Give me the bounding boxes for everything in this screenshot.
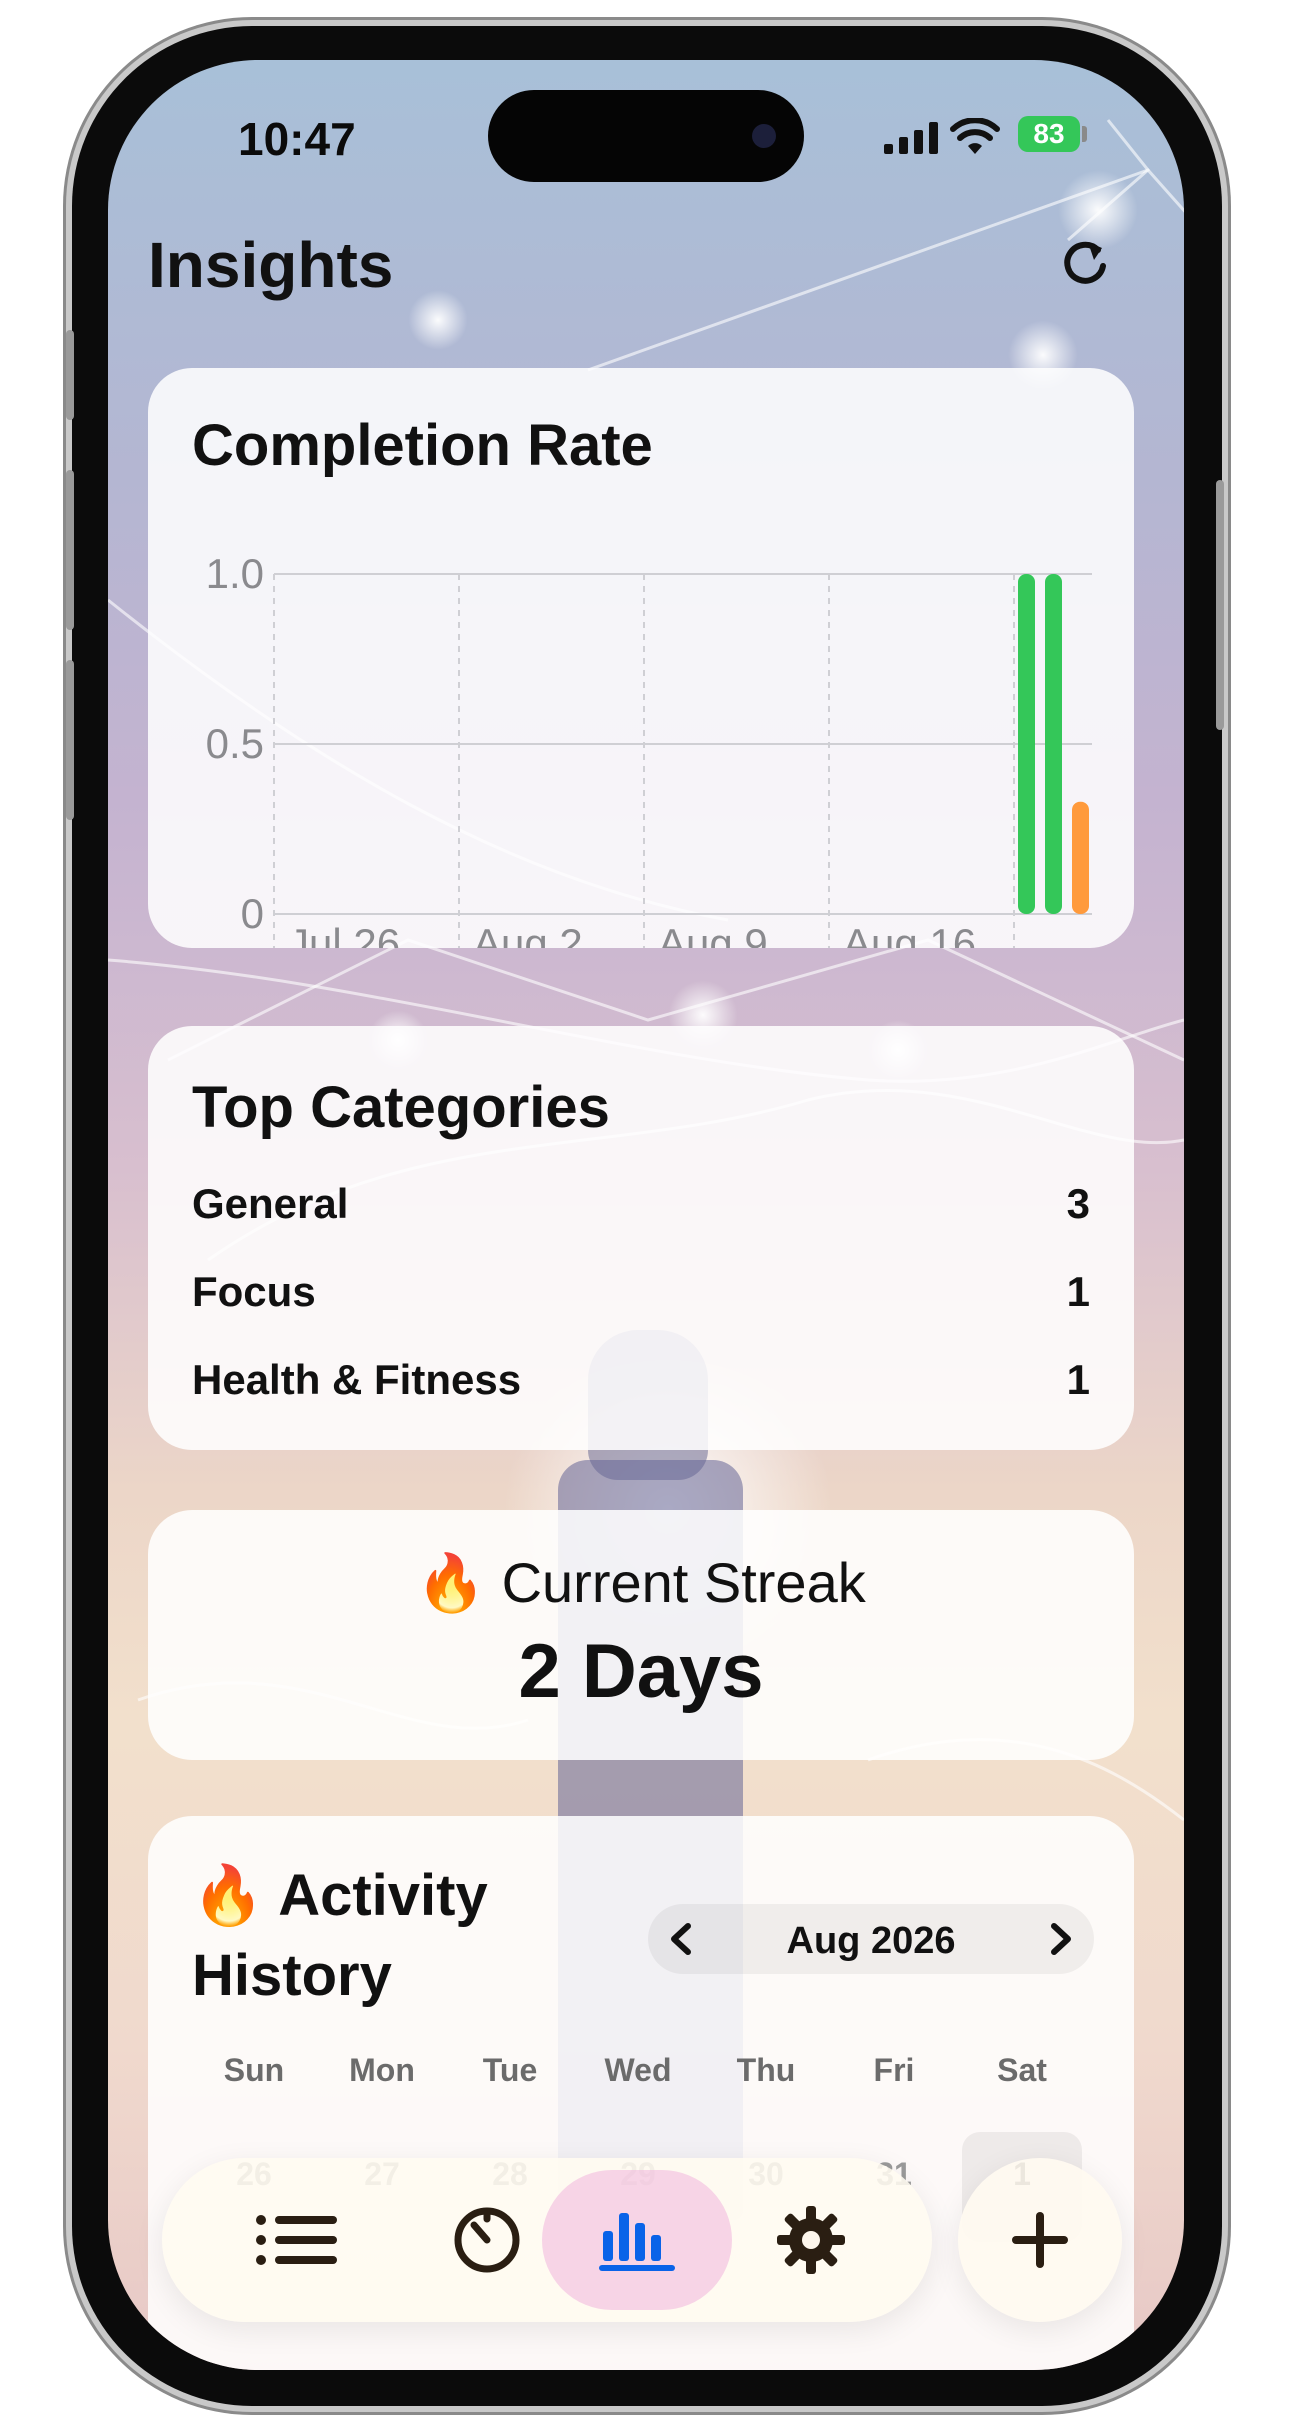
battery-indicator: 83	[1018, 116, 1080, 152]
dynamic-island	[488, 90, 804, 182]
top-categories-card: Top Categories General 3 Focus 1 Health …	[148, 1026, 1134, 1450]
tab-settings[interactable]	[716, 2170, 906, 2310]
page-title: Insights	[148, 229, 394, 301]
refresh-icon[interactable]	[1058, 236, 1112, 290]
x-tick-label: ...	[1028, 920, 1063, 948]
tab-insights[interactable]	[542, 2170, 732, 2310]
wifi-icon	[950, 118, 1000, 154]
camera-icon	[752, 124, 776, 148]
status-bar: 10:47 83	[108, 60, 1184, 190]
y-tick-label: 0.5	[206, 720, 264, 767]
category-row[interactable]: Health & Fitness 1	[192, 1356, 1090, 1416]
category-name: Focus	[192, 1268, 316, 1315]
side-button	[66, 660, 74, 820]
screen: 10:47 83 Insights Completion Rate 1.0 0.5…	[108, 60, 1184, 2370]
card-title: Top Categories	[192, 1075, 610, 1140]
month-label: Aug 2026	[786, 1920, 956, 1962]
tab-bar	[162, 2158, 932, 2322]
y-tick-label: 1.0	[206, 550, 264, 597]
x-tick-label: Aug 9	[658, 920, 768, 948]
list-icon	[256, 2215, 337, 2265]
category-count: 1	[1066, 1356, 1090, 1403]
chart-icon	[599, 2213, 675, 2271]
side-button	[1216, 480, 1224, 730]
completion-rate-card: Completion Rate 1.0 0.5 0 Jul 26 Aug 2 Aug 9A…	[148, 368, 1134, 948]
status-time: 10:47	[238, 113, 356, 165]
category-row[interactable]: General 3	[192, 1180, 1090, 1240]
gear-icon	[777, 2206, 845, 2274]
battery-tip	[1082, 126, 1087, 142]
fire-icon: 🔥	[416, 1551, 487, 1614]
x-tick-label: Jul 26	[288, 920, 400, 948]
streak-card: 🔥 Current Streak 2 Days	[148, 1510, 1134, 1760]
streak-label: 🔥 Current Streak	[148, 1550, 1134, 1616]
weekday-label: Sun	[223, 2052, 285, 2088]
weekday-label: Mon	[349, 2052, 415, 2088]
y-tick-label: 0	[241, 890, 264, 937]
x-tick-label: Aug 2	[473, 920, 583, 948]
weekday-label: Thu	[736, 2052, 796, 2088]
plus-icon	[1012, 2212, 1068, 2268]
chart-bar	[1018, 574, 1035, 914]
streak-value: 2 Days	[518, 1629, 764, 1714]
x-tick-label: Aug 16	[843, 920, 976, 948]
category-row[interactable]: Focus 1	[192, 1268, 1090, 1328]
tab-list[interactable]	[202, 2170, 392, 2310]
streak-label-text: Current Streak	[501, 1551, 866, 1614]
weekday-label: Fri	[873, 2052, 915, 2088]
month-selector: Aug 2026	[648, 1904, 1094, 1974]
activity-title: 🔥 Activity History	[192, 1856, 572, 2016]
timer-icon	[454, 2207, 520, 2273]
category-count: 3	[1066, 1180, 1090, 1227]
category-name: General	[192, 1180, 349, 1227]
chart-bar	[1072, 801, 1089, 914]
add-button[interactable]	[958, 2158, 1122, 2322]
weekday-label: Wed	[604, 2052, 672, 2088]
category-name: Health & Fitness	[192, 1356, 522, 1403]
chart-bar	[1045, 574, 1062, 914]
chevron-right-icon[interactable]	[1038, 1918, 1080, 1960]
side-button	[66, 470, 74, 630]
side-button	[66, 330, 74, 420]
fire-icon: 🔥	[192, 1863, 265, 1928]
cellular-signal-icon	[884, 122, 938, 154]
weekday-label: Sat	[997, 2052, 1047, 2088]
light-dot	[408, 290, 468, 350]
weekday-label: Tue	[482, 2052, 538, 2088]
category-count: 1	[1066, 1268, 1090, 1315]
completion-rate-chart: 1.0 0.5 0 Jul 26 Aug 2 Aug 9 Aug 16...	[206, 550, 1092, 948]
